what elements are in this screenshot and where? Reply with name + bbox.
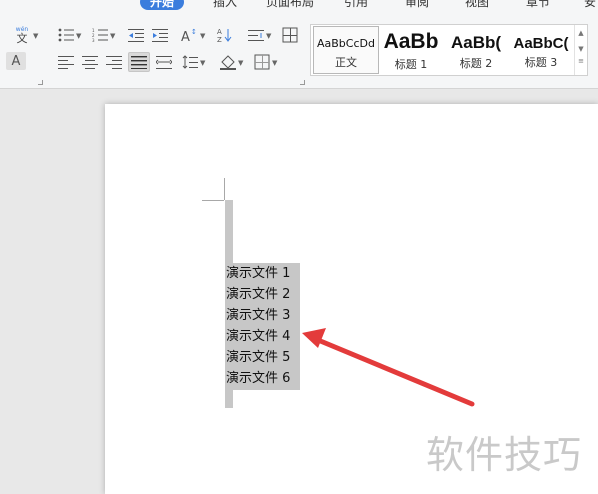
annotation-arrow-icon <box>302 328 475 407</box>
watermark: 软件技巧 <box>426 433 583 477</box>
